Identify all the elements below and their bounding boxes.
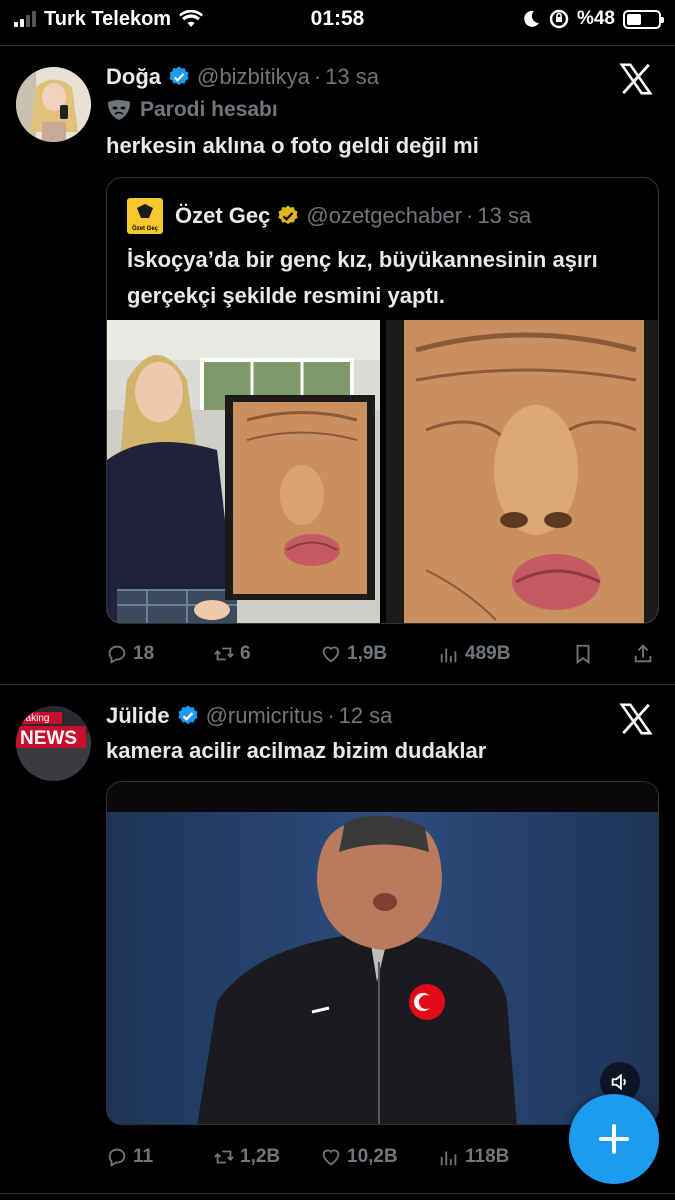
verified-icon bbox=[169, 66, 189, 86]
rotation-lock-icon bbox=[549, 9, 569, 29]
retweet-button[interactable]: 1,2B bbox=[213, 1146, 320, 1168]
battery-percent: %48 bbox=[576, 8, 615, 29]
views-count: 118B bbox=[465, 1146, 510, 1167]
retweet-count: 1,2B bbox=[240, 1146, 281, 1167]
tweet-text: herkesin aklına o foto geldi değil mi bbox=[106, 133, 479, 158]
divider bbox=[0, 1193, 675, 1194]
quote-avatar[interactable]: Özet Geç bbox=[127, 198, 163, 234]
video-player[interactable] bbox=[106, 781, 659, 1125]
author-handle[interactable]: @rumicritus bbox=[206, 703, 324, 729]
retweet-icon bbox=[214, 647, 234, 661]
tweet-actions: 18 6 1,9B 489B bbox=[106, 639, 659, 669]
reply-icon bbox=[108, 1148, 126, 1167]
compose-plus-icon bbox=[599, 1124, 629, 1154]
avatar[interactable]: eaking NEWS bbox=[16, 706, 91, 781]
avatar[interactable] bbox=[16, 67, 91, 142]
parody-mask-icon bbox=[108, 100, 130, 120]
status-bar: Turk Telekom 01:58 %48 bbox=[0, 0, 675, 38]
views-button[interactable]: 489B bbox=[438, 643, 572, 665]
battery-icon bbox=[623, 9, 664, 29]
wifi-icon bbox=[179, 10, 204, 27]
parody-label-text: Parodi hesabı bbox=[140, 98, 278, 121]
author-handle[interactable]: @bizbitikya bbox=[197, 64, 310, 90]
divider bbox=[0, 45, 675, 46]
quote-logo-text: Özet Geç bbox=[131, 226, 158, 232]
x-logo-icon bbox=[619, 63, 653, 95]
verified-icon bbox=[177, 705, 198, 725]
bookmark-icon bbox=[576, 644, 590, 665]
compose-button[interactable] bbox=[569, 1094, 659, 1184]
signal-icon bbox=[14, 11, 36, 27]
share-icon bbox=[634, 644, 652, 663]
views-icon bbox=[440, 648, 457, 663]
carrier-label: Turk Telekom bbox=[44, 7, 172, 30]
quote-author-handle[interactable]: @ozetgechaber bbox=[306, 203, 462, 229]
x-logo-icon bbox=[619, 703, 653, 735]
bookmark-button[interactable] bbox=[572, 643, 632, 665]
author-name[interactable]: Jülide bbox=[106, 703, 170, 729]
views-button[interactable]: 118B bbox=[438, 1146, 572, 1168]
reply-button[interactable]: 18 bbox=[106, 643, 213, 665]
like-button[interactable]: 1,9B bbox=[320, 643, 438, 665]
parody-label: Parodi hesabı bbox=[106, 98, 278, 122]
like-count: 10,2B bbox=[347, 1146, 398, 1167]
quote-tweet[interactable]: Özet Geç Özet Geç @ozetgechaber · 13 sa … bbox=[106, 177, 659, 624]
divider bbox=[0, 684, 675, 685]
quote-time[interactable]: 13 sa bbox=[477, 203, 531, 229]
photo-painting-closeup[interactable] bbox=[386, 320, 658, 623]
retweet-button[interactable]: 6 bbox=[213, 643, 320, 665]
author-name[interactable]: Doğa bbox=[106, 64, 161, 90]
quote-text: İskoçya’da bir genç kız, büyükannesinin … bbox=[127, 247, 598, 308]
tweet-time[interactable]: 12 sa bbox=[339, 703, 393, 729]
views-count: 489B bbox=[465, 643, 511, 664]
gold-verified-icon bbox=[278, 205, 298, 225]
avatar-badge-top: eaking bbox=[20, 713, 49, 724]
tweet-time[interactable]: 13 sa bbox=[325, 64, 379, 90]
volume-icon bbox=[611, 1073, 626, 1091]
share-button[interactable] bbox=[632, 643, 654, 665]
reply-icon bbox=[108, 645, 126, 664]
avatar-badge: NEWS bbox=[20, 728, 77, 749]
like-icon bbox=[322, 646, 340, 663]
like-icon bbox=[322, 1149, 340, 1166]
like-count: 1,9B bbox=[347, 643, 388, 664]
photo-girl-with-painting[interactable] bbox=[107, 320, 380, 623]
quote-author-name[interactable]: Özet Geç bbox=[175, 203, 270, 229]
tweet-text: kamera acilir acilmaz bizim dudaklar bbox=[106, 738, 487, 763]
views-icon bbox=[440, 1151, 457, 1166]
moon-icon bbox=[524, 10, 539, 27]
retweet-icon bbox=[214, 1150, 234, 1164]
retweet-count: 6 bbox=[240, 643, 251, 664]
like-button[interactable]: 10,2B bbox=[320, 1146, 438, 1168]
reply-count: 18 bbox=[133, 643, 155, 664]
reply-count: 11 bbox=[133, 1146, 154, 1167]
reply-button[interactable]: 11 bbox=[106, 1146, 213, 1168]
